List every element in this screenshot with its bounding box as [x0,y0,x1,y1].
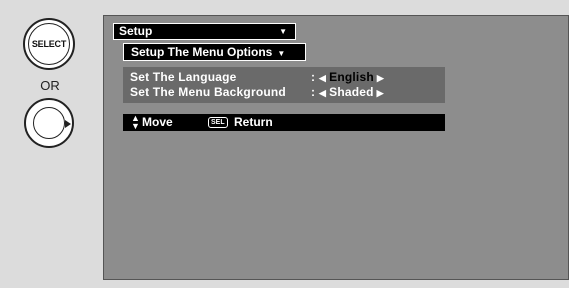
right-arrow-icon[interactable]: ▶ [377,88,384,98]
right-arrow-icon [65,120,71,128]
select-button-label: SELECT [28,23,70,65]
right-arrow-icon[interactable]: ▶ [377,73,384,83]
nav-ring [33,107,71,139]
menu-title-bar[interactable]: Setup ▼ [113,23,296,40]
submenu-bar[interactable]: Setup The Menu Options ▼ [123,43,306,61]
option-colon: : [311,70,316,84]
select-button[interactable]: SELECT [23,18,75,70]
option-label: Set The Language [130,70,237,84]
submenu-title: Setup The Menu Options [131,45,273,59]
chevron-down-icon: ▼ [279,27,287,36]
menu-title: Setup [119,24,153,38]
option-value: Shaded [329,85,374,99]
move-hint-label: Move [142,115,173,129]
option-colon: : [311,85,316,99]
option-label: Set The Menu Background [130,85,286,99]
tv-screen: Setup ▼ Setup The Menu Options ▼ Set The … [103,15,569,280]
option-row-language[interactable]: Set The Language : ◀ English ▶ [123,70,445,85]
or-text: OR [40,78,60,93]
navigation-button[interactable] [24,98,74,148]
help-bar: ▲ ▼ Move SEL Return [123,114,445,131]
chevron-down-icon: ▼ [277,49,286,58]
remote-panel: SELECT OR [0,0,100,288]
options-list: Set The Language : ◀ English ▶ Set The Men… [123,67,445,103]
sel-key-icon: SEL [208,117,228,128]
return-hint-label: Return [234,115,273,129]
option-value: English [326,70,377,84]
up-down-arrow-icon: ▲ ▼ [131,113,140,131]
option-value-selector[interactable]: ◀ English ▶ [319,70,384,86]
option-value-selector[interactable]: ◀ Shaded ▶ [319,85,384,101]
option-row-background[interactable]: Set The Menu Background : ◀ Shaded ▶ [123,85,445,100]
